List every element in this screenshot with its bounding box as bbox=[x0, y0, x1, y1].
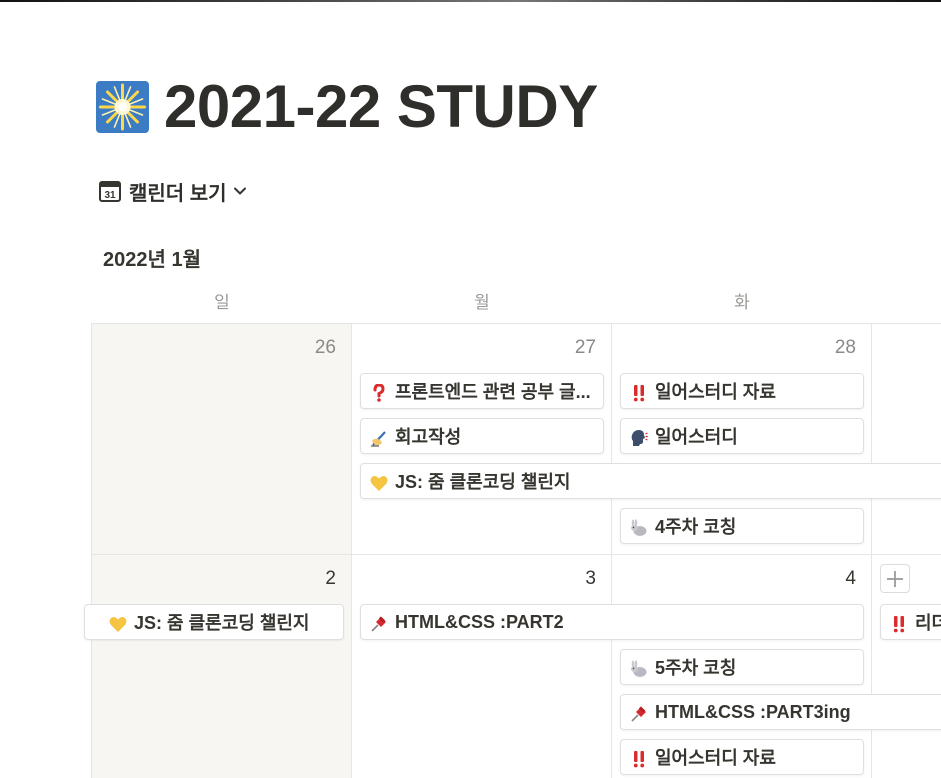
calendar-event[interactable]: HTML&CSS :PART2 bbox=[360, 604, 864, 640]
calendar-event[interactable]: JS: 줌 클론코딩 챌린지 bbox=[360, 463, 941, 499]
sparkle-icon[interactable] bbox=[96, 81, 149, 133]
calendar-event[interactable]: HTML&CSS :PART3ing bbox=[620, 694, 941, 730]
event-title: JS: 줌 클론코딩 챌린지 bbox=[395, 472, 571, 492]
view-label: 캘린더 보기 bbox=[129, 182, 227, 205]
day-number: 26 bbox=[314, 337, 336, 358]
weekday-tue: 화 bbox=[734, 293, 750, 312]
month-title: 2022년 1월 bbox=[103, 249, 201, 271]
day-number: 2 bbox=[325, 568, 336, 589]
calendar-event[interactable]: 회고작성 bbox=[360, 418, 604, 454]
event-title: 회고작성 bbox=[395, 427, 462, 447]
calendar-event[interactable]: 리더 bbox=[880, 604, 941, 640]
calendar-event[interactable]: 일어스터디 자료 bbox=[620, 373, 864, 409]
page-title[interactable]: 2021-22 STUDY bbox=[164, 74, 598, 140]
day-number: 4 bbox=[845, 568, 856, 589]
grid-line bbox=[92, 554, 941, 555]
event-title: JS: 줌 클론코딩 챌린지 bbox=[134, 613, 310, 633]
rabbit-icon bbox=[630, 519, 648, 537]
calendar-31-icon: 31 bbox=[99, 180, 121, 202]
calendar-event[interactable]: 프론트엔드 관련 공부 글... bbox=[360, 373, 604, 409]
calendar-icon-day: 31 bbox=[104, 190, 116, 201]
day-number: 28 bbox=[834, 337, 856, 358]
calendar-event[interactable]: 일어스터디 bbox=[620, 418, 864, 454]
calendar-event[interactable]: 일어스터디 자료 bbox=[620, 739, 864, 775]
event-title: 일어스터디 bbox=[655, 427, 738, 447]
event-title: HTML&CSS :PART3ing bbox=[655, 701, 851, 722]
day-number: 3 bbox=[585, 568, 596, 589]
double-exclamation-icon bbox=[630, 384, 648, 402]
chevron-down-icon bbox=[233, 184, 247, 198]
calendar-event[interactable]: JS: 줌 클론코딩 챌린지 bbox=[84, 604, 344, 640]
day-number: 27 bbox=[574, 337, 596, 358]
event-title: 프론트엔드 관련 공부 글... bbox=[395, 382, 591, 402]
plus-icon bbox=[887, 571, 903, 587]
pushpin-icon bbox=[370, 615, 388, 633]
writing-hand-icon bbox=[370, 429, 388, 447]
double-exclamation-icon bbox=[890, 615, 908, 633]
double-exclamation-icon bbox=[630, 750, 648, 768]
weekday-sun: 일 bbox=[214, 293, 230, 312]
add-event-button[interactable] bbox=[880, 564, 910, 593]
yellow-heart-icon bbox=[109, 615, 127, 633]
event-title: 일어스터디 자료 bbox=[655, 382, 776, 402]
view-switcher[interactable]: 31 캘린더 보기 bbox=[99, 176, 247, 206]
question-mark-icon bbox=[370, 384, 388, 402]
grid-line bbox=[92, 323, 941, 324]
top-edge-strip bbox=[0, 0, 941, 2]
yellow-heart-icon bbox=[370, 474, 388, 492]
calendar-event[interactable]: 4주차 코칭 bbox=[620, 508, 864, 544]
grid-line bbox=[91, 323, 92, 778]
event-title: HTML&CSS :PART2 bbox=[395, 611, 564, 632]
weekday-mon: 월 bbox=[474, 293, 490, 312]
calendar-event[interactable]: 5주차 코칭 bbox=[620, 649, 864, 685]
grid-line bbox=[611, 323, 612, 778]
pushpin-icon bbox=[630, 705, 648, 723]
event-title: 일어스터디 자료 bbox=[655, 748, 776, 768]
event-title: 리더 bbox=[915, 613, 941, 633]
weekend-column bbox=[92, 324, 351, 778]
grid-line bbox=[351, 323, 352, 778]
speaking-head-icon bbox=[630, 429, 648, 447]
event-title: 5주차 코칭 bbox=[655, 658, 737, 678]
event-title: 4주차 코칭 bbox=[655, 517, 737, 537]
rabbit-icon bbox=[630, 660, 648, 678]
